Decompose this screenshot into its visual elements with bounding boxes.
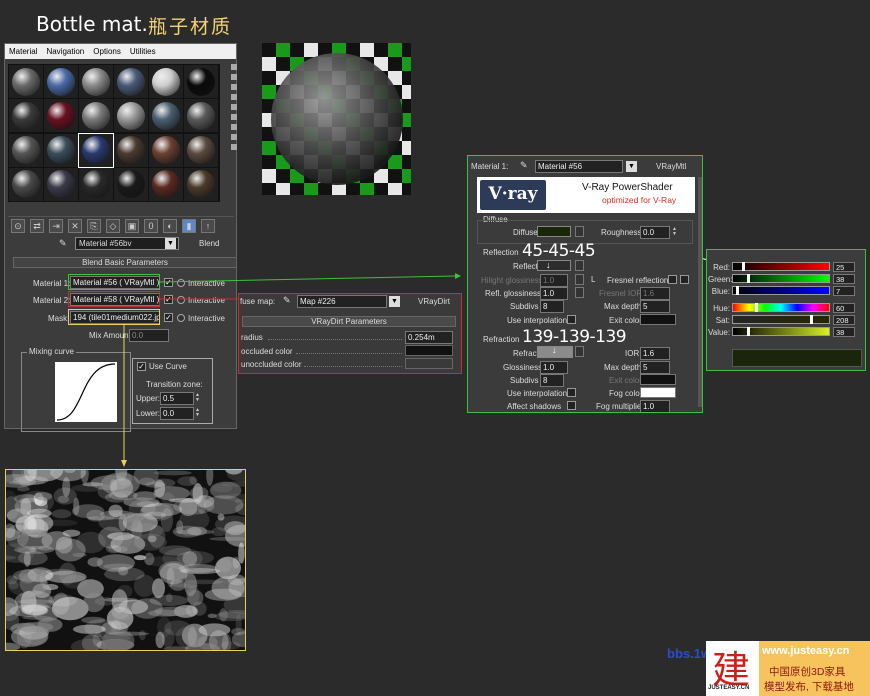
checker-tile [262, 169, 276, 183]
checker-tile [388, 183, 402, 195]
checker-tile [402, 85, 411, 99]
logo-brand: JUSTEASY.CN [708, 685, 750, 691]
checker-tile [360, 43, 374, 57]
checker-tile [304, 183, 318, 195]
checker-tile [402, 99, 411, 113]
checker-tile [304, 43, 318, 57]
checker-tile [402, 141, 411, 155]
material-preview [262, 43, 411, 195]
checker-tile [360, 183, 374, 195]
preview-sphere [271, 53, 403, 185]
checker-tile [402, 113, 411, 127]
checker-tile [262, 155, 276, 169]
checker-tile [402, 169, 411, 183]
checker-tile [388, 169, 402, 183]
checker-tile [276, 169, 290, 183]
vraydirt-highlight [238, 293, 462, 374]
checker-tile [290, 183, 304, 195]
checker-tile [402, 155, 411, 169]
logo-line1: 中国原创3D家具 [769, 666, 846, 678]
checker-tile [346, 183, 360, 195]
texture-highlight [5, 469, 246, 651]
vraymtl-highlight [467, 155, 703, 413]
checker-tile [402, 183, 411, 195]
logo-line2: 模型发布, 下载基地 [764, 681, 854, 693]
checker-tile [262, 57, 276, 71]
checker-tile [262, 141, 276, 155]
checker-tile [402, 71, 411, 85]
checker-tile [402, 127, 411, 141]
checker-tile [262, 71, 276, 85]
logo-emblem: 建 JUSTEASY.CN [706, 641, 759, 696]
checker-tile [290, 43, 304, 57]
checker-tile [276, 57, 290, 71]
justeasy-logo: 建 JUSTEASY.CN www.justeasy.cn 中国原创3D家具 模… [706, 641, 870, 696]
color-picker-highlight [706, 249, 866, 371]
checker-tile [262, 183, 276, 195]
checker-tile [402, 43, 411, 57]
checker-tile [262, 43, 276, 57]
checker-tile [276, 183, 290, 195]
logo-site[interactable]: www.justeasy.cn [762, 645, 849, 657]
checker-tile [374, 183, 388, 195]
checker-tile [388, 43, 402, 57]
checker-tile [388, 57, 402, 71]
checker-tile [374, 43, 388, 57]
checker-tile [276, 43, 290, 57]
checker-tile [318, 183, 332, 195]
checker-tile [262, 85, 276, 99]
checker-tile [402, 57, 411, 71]
preview-svg [262, 43, 411, 195]
